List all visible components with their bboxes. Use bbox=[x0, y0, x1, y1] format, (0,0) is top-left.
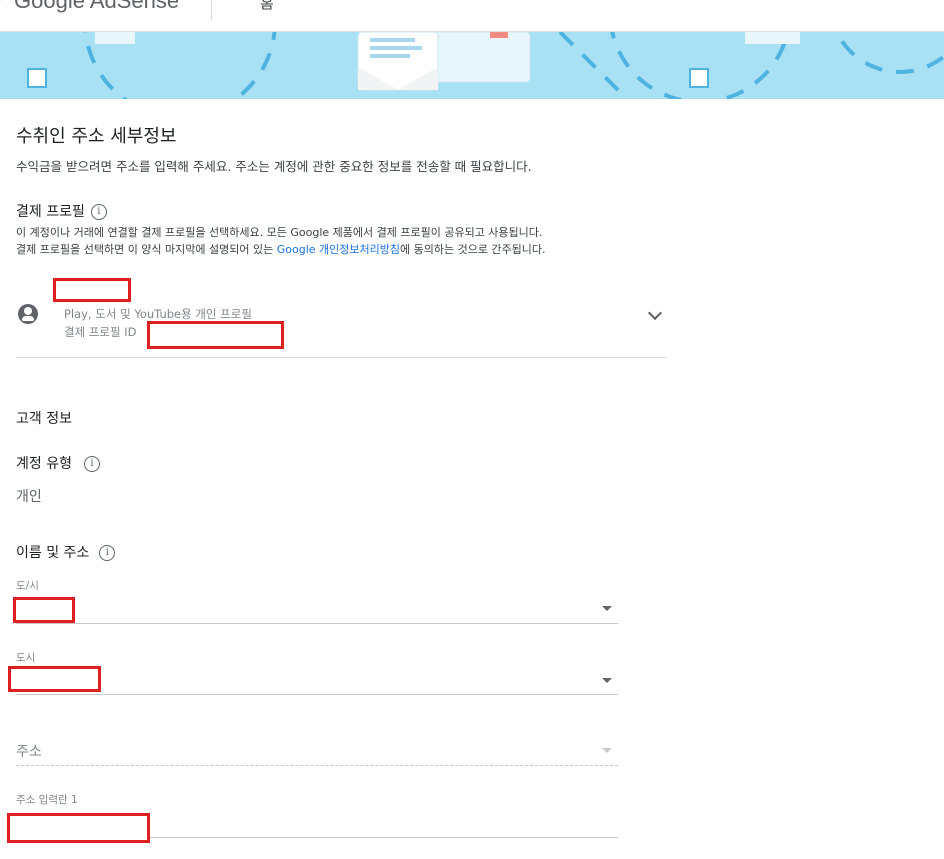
payment-profile-desc-line1: 이 계정이나 거래에 연결할 결제 프로필을 선택하세요. 모든 Google … bbox=[16, 226, 543, 239]
square-icon bbox=[689, 68, 709, 88]
desc-text-before: 결제 프로필을 선택하면 이 양식 마지막에 설명되어 있는 bbox=[16, 243, 277, 256]
chevron-down-icon[interactable] bbox=[647, 305, 663, 321]
account-type-value: 개인 bbox=[16, 489, 42, 505]
name-address-heading: 이름 및 주소 i bbox=[16, 542, 116, 562]
square-icon bbox=[27, 68, 47, 88]
desc-text-after: 에 동의하는 것으로 간주됩니다. bbox=[399, 243, 546, 256]
payment-profile-select[interactable]: Play, 도서 및 YouTube용 개인 프로필 결제 프로필 ID bbox=[16, 290, 666, 358]
info-icon[interactable]: i bbox=[90, 204, 107, 220]
dropdown-arrow-icon[interactable] bbox=[602, 678, 612, 683]
home-link[interactable]: 홈 bbox=[260, 0, 274, 13]
dropdown-arrow-icon[interactable] bbox=[602, 748, 612, 753]
redacted-address-line1 bbox=[7, 813, 150, 843]
redacted-profile-id bbox=[147, 321, 284, 349]
page-subtitle: 수익금을 받으려면 주소를 입력해 주세요. 주소는 계정에 관한 중요한 정보… bbox=[16, 159, 532, 174]
header-divider bbox=[211, 0, 212, 20]
top-bar: Google AdSense 홈 bbox=[0, 0, 944, 32]
city-label: 도시 bbox=[16, 652, 36, 664]
redacted-province bbox=[13, 597, 75, 623]
banner-illustration bbox=[0, 32, 944, 99]
address-select[interactable]: 주소 bbox=[16, 738, 618, 766]
payment-profile-heading: 결제 프로필 i bbox=[16, 201, 107, 221]
info-icon[interactable]: i bbox=[83, 456, 100, 472]
customer-info-heading: 고객 정보 bbox=[16, 411, 72, 427]
google-g-icon bbox=[0, 0, 6, 2]
profile-description: Play, 도서 및 YouTube용 개인 프로필 bbox=[64, 307, 252, 321]
page-title: 수취인 주소 세부정보 bbox=[16, 126, 177, 147]
city-select[interactable]: 도시 bbox=[16, 650, 618, 695]
account-type-heading: 계정 유형 i bbox=[16, 453, 100, 473]
profile-id-label: 결제 프로필 ID bbox=[64, 325, 137, 339]
province-select[interactable]: 도/시 bbox=[16, 578, 618, 624]
info-icon[interactable]: i bbox=[99, 545, 116, 561]
address-line1-label: 주소 입력란 1 bbox=[16, 794, 78, 806]
account-type-label: 계정 유형 bbox=[16, 456, 72, 472]
envelope-illustration bbox=[27, 32, 944, 99]
province-label: 도/시 bbox=[16, 580, 39, 592]
address-placeholder: 주소 bbox=[16, 744, 42, 760]
name-address-label: 이름 및 주소 bbox=[16, 545, 90, 561]
account-circle-icon bbox=[18, 304, 38, 324]
dropdown-arrow-icon[interactable] bbox=[602, 606, 612, 611]
payment-profile-label: 결제 프로필 bbox=[16, 204, 85, 220]
privacy-policy-link[interactable]: Google 개인정보처리방침 bbox=[277, 243, 400, 256]
logo-text: Google AdSense bbox=[14, 0, 180, 13]
payment-profile-desc-line2: 결제 프로필을 선택하면 이 양식 마지막에 설명되어 있는 Google 개인… bbox=[16, 241, 546, 257]
redacted-city bbox=[8, 666, 101, 692]
